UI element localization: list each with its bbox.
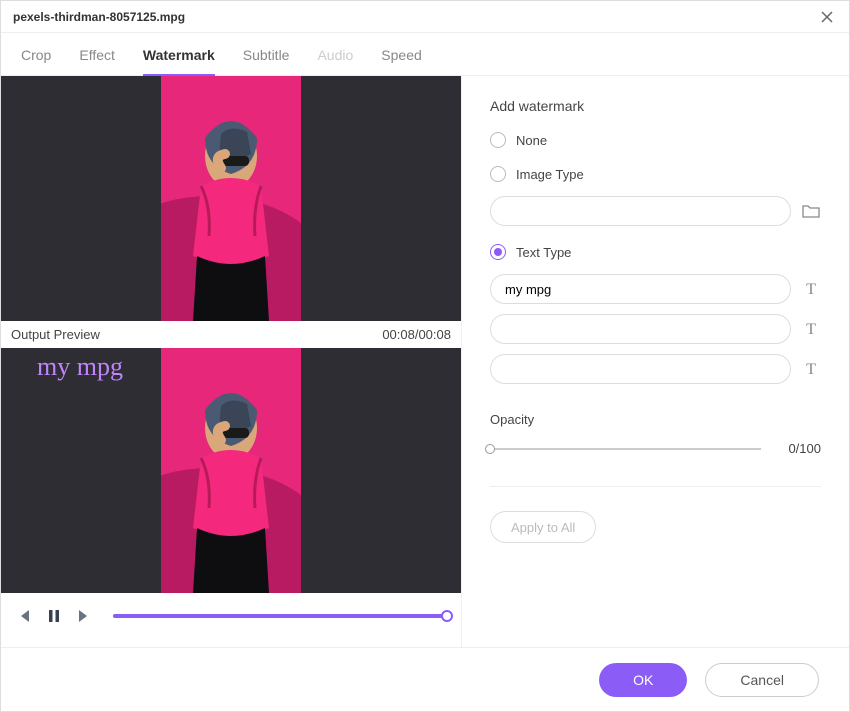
cancel-button[interactable]: Cancel bbox=[705, 663, 819, 697]
editor-dialog: pexels-thirdman-8057125.mpg Crop Effect … bbox=[0, 0, 850, 712]
seek-bar[interactable] bbox=[113, 614, 447, 618]
seek-thumb[interactable] bbox=[441, 610, 453, 622]
video-frame-output bbox=[161, 348, 301, 593]
opacity-value: 0/100 bbox=[775, 441, 821, 456]
tab-speed[interactable]: Speed bbox=[381, 47, 421, 75]
watermark-overlay: my mpg bbox=[37, 352, 123, 382]
panel-title: Add watermark bbox=[490, 98, 821, 114]
tab-bar: Crop Effect Watermark Subtitle Audio Spe… bbox=[1, 33, 849, 76]
text-style-icon: T bbox=[801, 279, 821, 299]
pause-icon bbox=[45, 607, 63, 625]
text-line-3-input[interactable] bbox=[490, 354, 791, 384]
pause-button[interactable] bbox=[45, 607, 63, 625]
browse-button[interactable] bbox=[801, 201, 821, 221]
tab-effect[interactable]: Effect bbox=[79, 47, 115, 75]
radio-text-indicator bbox=[490, 244, 506, 260]
title-bar: pexels-thirdman-8057125.mpg bbox=[1, 1, 849, 33]
opacity-slider-row: 0/100 bbox=[490, 441, 821, 456]
radio-none-label: None bbox=[516, 133, 547, 148]
ok-button[interactable]: OK bbox=[599, 663, 687, 697]
text-line-2-input[interactable] bbox=[490, 314, 791, 344]
text-line-1-input[interactable] bbox=[490, 274, 791, 304]
radio-image-indicator bbox=[490, 166, 506, 182]
content-area: Output Preview 00:08/00:08 bbox=[1, 76, 849, 647]
radio-text-label: Text Type bbox=[516, 245, 571, 260]
svg-text:T: T bbox=[806, 281, 816, 298]
opacity-section: Opacity 0/100 bbox=[490, 412, 821, 456]
source-preview bbox=[1, 76, 461, 321]
preview-time: 00:08/00:08 bbox=[382, 327, 451, 342]
text-line-3-row: T bbox=[490, 354, 821, 384]
text-style-icon: T bbox=[801, 319, 821, 339]
close-button[interactable] bbox=[817, 7, 837, 27]
radio-image[interactable]: Image Type bbox=[490, 166, 821, 182]
radio-none-indicator bbox=[490, 132, 506, 148]
text-style-icon: T bbox=[801, 359, 821, 379]
image-path-input[interactable] bbox=[490, 196, 791, 226]
playback-controls bbox=[1, 593, 461, 639]
next-icon bbox=[75, 607, 93, 625]
svg-text:T: T bbox=[806, 321, 816, 338]
video-frame bbox=[161, 76, 301, 321]
output-preview-label: Output Preview bbox=[11, 327, 100, 342]
window-title: pexels-thirdman-8057125.mpg bbox=[13, 10, 185, 24]
prev-button[interactable] bbox=[15, 607, 33, 625]
image-path-row bbox=[490, 196, 821, 226]
font-button-2[interactable]: T bbox=[801, 319, 821, 339]
output-preview: my mpg bbox=[1, 348, 461, 593]
svg-text:T: T bbox=[806, 361, 816, 378]
opacity-label: Opacity bbox=[490, 412, 821, 427]
tab-subtitle[interactable]: Subtitle bbox=[243, 47, 290, 75]
radio-image-label: Image Type bbox=[516, 167, 584, 182]
tab-watermark[interactable]: Watermark bbox=[143, 47, 215, 75]
text-line-1-row: T bbox=[490, 274, 821, 304]
opacity-thumb[interactable] bbox=[485, 444, 495, 454]
apply-all-button[interactable]: Apply to All bbox=[490, 511, 596, 543]
radio-none[interactable]: None bbox=[490, 132, 821, 148]
font-button-3[interactable]: T bbox=[801, 359, 821, 379]
divider bbox=[490, 486, 821, 487]
prev-icon bbox=[15, 607, 33, 625]
preview-info-bar: Output Preview 00:08/00:08 bbox=[1, 321, 461, 348]
folder-icon bbox=[801, 201, 821, 221]
tab-audio: Audio bbox=[317, 47, 353, 75]
radio-text[interactable]: Text Type bbox=[490, 244, 821, 260]
watermark-settings: Add watermark None Image Type Text Type bbox=[461, 76, 849, 647]
dialog-footer: OK Cancel bbox=[1, 647, 849, 711]
next-button[interactable] bbox=[75, 607, 93, 625]
preview-panel: Output Preview 00:08/00:08 bbox=[1, 76, 461, 647]
close-icon bbox=[821, 11, 833, 23]
tab-crop[interactable]: Crop bbox=[21, 47, 51, 75]
font-button-1[interactable]: T bbox=[801, 279, 821, 299]
text-line-2-row: T bbox=[490, 314, 821, 344]
opacity-slider[interactable] bbox=[490, 448, 761, 450]
